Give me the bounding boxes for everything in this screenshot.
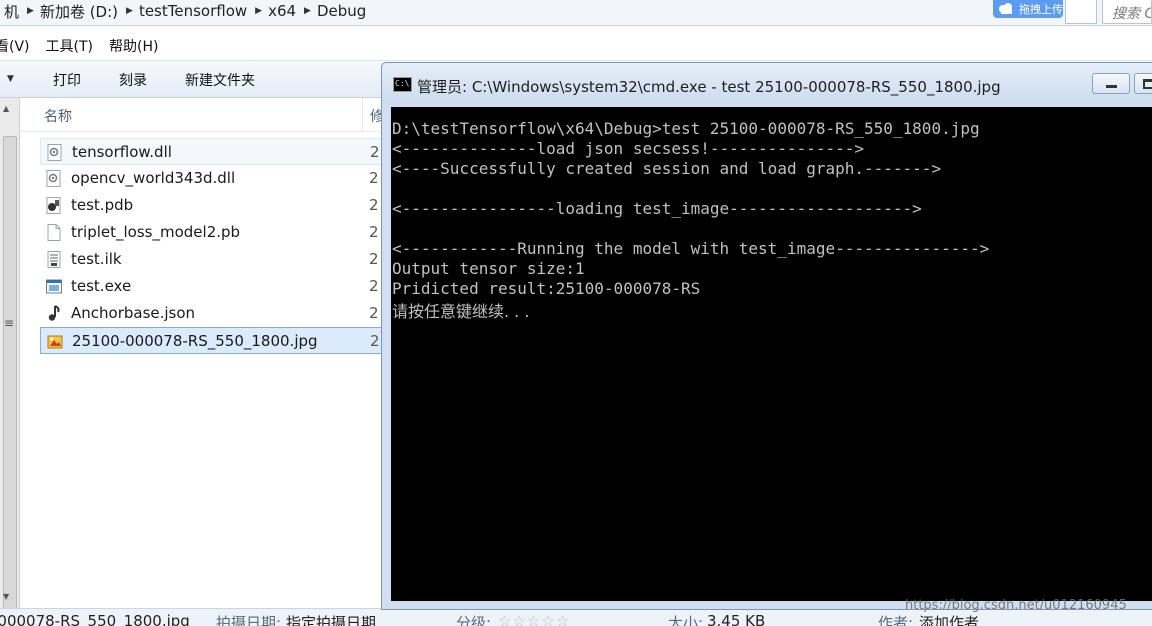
details-size-label: 大小: — [668, 614, 704, 626]
file-row-anchorbase-json[interactable]: Anchorbase.json 2 — [40, 300, 385, 327]
console-line: <--------------load json secsess!-------… — [392, 139, 865, 158]
cmd-titlebar[interactable]: C:\ 管理员: C:\Windows\system32\cmd.exe - t… — [382, 63, 1152, 103]
dll-icon — [46, 170, 61, 187]
file-list: tensorflow.dll 2 opencv_world343d.dll 2 … — [40, 138, 385, 354]
breadcrumb-debug[interactable]: Debug — [313, 2, 372, 20]
menu-tools[interactable]: 工具(T) — [46, 36, 93, 58]
console-line: D:\testTensorflow\x64\Debug>test 25100-0… — [392, 119, 980, 138]
scroll-down-icon[interactable]: ▼ — [3, 592, 9, 601]
print-button[interactable]: 打印 — [53, 70, 81, 90]
breadcrumb: 机 ▶ 新加卷 (D:) ▶ testTensorflow ▶ x64 ▶ De… — [0, 0, 372, 22]
details-size-value: 3.45 KB — [707, 612, 766, 626]
details-filename: -000078-RS_550_1800.jpg — [0, 612, 190, 626]
console-line: Pridicted result:25100-000078-RS — [392, 279, 701, 298]
console-output[interactable]: D:\testTensorflow\x64\Debug>test 25100-0… — [391, 107, 1152, 601]
menu-help[interactable]: 帮助(H) — [109, 36, 158, 58]
file-icon — [47, 224, 61, 241]
nav-pane-scrollbar[interactable]: ▲ ≡ ▼ — [0, 98, 20, 616]
file-name: opencv_world343d.dll — [71, 169, 236, 187]
breadcrumb-chevron-icon[interactable]: ▶ — [124, 6, 135, 16]
breadcrumb-chevron-icon[interactable]: ▶ — [253, 6, 264, 16]
file-name: triplet_loss_model2.pb — [71, 223, 241, 241]
console-line: <----Successfully created session and lo… — [392, 159, 942, 178]
pdb-icon — [46, 197, 61, 214]
file-row-test-ilk[interactable]: test.ilk 2 — [40, 246, 385, 273]
file-name: tensorflow.dll — [72, 143, 172, 161]
drag-upload-label: 拖拽上传 — [1019, 3, 1063, 16]
cmd-app-icon[interactable]: C:\ — [393, 77, 412, 92]
console-line: <----------------loading test_image-----… — [392, 199, 922, 218]
file-row-tensorflow-dll[interactable]: tensorflow.dll 2 — [40, 138, 385, 165]
details-rating-label: 分级: — [456, 614, 492, 626]
cmd-window[interactable]: C:\ 管理员: C:\Windows\system32\cmd.exe - t… — [381, 62, 1152, 610]
minimize-button[interactable] — [1092, 73, 1130, 94]
cmd-title: 管理员: C:\Windows\system32\cmd.exe - test … — [417, 78, 1001, 96]
maximize-button[interactable] — [1134, 73, 1152, 94]
search-input[interactable]: 搜索 C — [1102, 0, 1152, 24]
scroll-grip-icon: ≡ — [4, 316, 15, 330]
cloud-icon — [999, 3, 1012, 14]
console-line: <------------Running the model with test… — [392, 239, 990, 258]
breadcrumb-chevron-icon[interactable]: ▶ — [25, 6, 36, 16]
drag-upload-button[interactable]: 拖拽上传 — [993, 0, 1063, 18]
menu-view[interactable]: 看(V) — [0, 36, 30, 58]
file-name: test.exe — [71, 277, 132, 295]
file-row-test-exe[interactable]: test.exe 2 — [40, 273, 385, 300]
file-name: test.ilk — [71, 250, 122, 268]
breadcrumb-x64[interactable]: x64 — [264, 2, 302, 20]
organize-dropdown-icon[interactable]: ▼ — [7, 74, 14, 84]
breadcrumb-testtensorflow[interactable]: testTensorflow — [135, 2, 253, 20]
menu-bar: 看(V) 工具(T) 帮助(H) — [0, 36, 174, 58]
breadcrumb-computer[interactable]: 机 — [0, 1, 25, 22]
file-row-jpg-selected[interactable]: 25100-000078-RS_550_1800.jpg 2 — [40, 327, 385, 354]
scroll-thumb[interactable] — [3, 136, 17, 616]
maximize-icon — [1143, 79, 1152, 89]
breadcrumb-chevron-icon[interactable]: ▶ — [302, 6, 313, 16]
file-name: test.pdb — [71, 196, 134, 214]
ilk-icon — [47, 251, 61, 268]
exe-icon — [46, 279, 62, 294]
file-row-test-pdb[interactable]: test.pdb 2 — [40, 192, 385, 219]
console-line: Output tensor size:1 — [392, 259, 585, 278]
file-row-opencv-dll[interactable]: opencv_world343d.dll 2 — [40, 165, 385, 192]
details-taken-label: 拍摄日期: — [216, 614, 282, 626]
burn-button[interactable]: 刻录 — [119, 70, 147, 90]
file-row-triplet-pb[interactable]: triplet_loss_model2.pb 2 — [40, 219, 385, 246]
new-folder-button[interactable]: 新建文件夹 — [185, 70, 255, 90]
refresh-button[interactable] — [1065, 0, 1097, 24]
column-header: 名称 修 — [20, 98, 385, 132]
details-author-label: 作者: — [878, 614, 914, 626]
file-name: Anchorbase.json — [71, 304, 196, 322]
dll-icon — [47, 144, 62, 161]
scroll-up-icon[interactable]: ▲ — [3, 104, 9, 113]
address-bar[interactable]: 机 ▶ 新加卷 (D:) ▶ testTensorflow ▶ x64 ▶ De… — [0, 0, 1152, 26]
details-author-value[interactable]: 添加作者 — [919, 612, 979, 626]
rating-stars[interactable]: ☆☆☆☆☆ — [498, 612, 570, 626]
watermark-text: https://blog.csdn.net/u012160945 — [905, 598, 1127, 613]
image-icon — [47, 335, 63, 349]
file-name: 25100-000078-RS_550_1800.jpg — [72, 332, 318, 350]
minimize-icon — [1106, 85, 1117, 88]
column-divider[interactable] — [362, 98, 363, 132]
console-line: 请按任意键继续. . . — [392, 302, 530, 321]
json-icon — [48, 305, 60, 321]
column-name-header[interactable]: 名称 — [44, 106, 72, 126]
details-taken-value[interactable]: 指定拍摄日期 — [286, 612, 376, 626]
breadcrumb-drive-d[interactable]: 新加卷 (D:) — [36, 1, 124, 22]
